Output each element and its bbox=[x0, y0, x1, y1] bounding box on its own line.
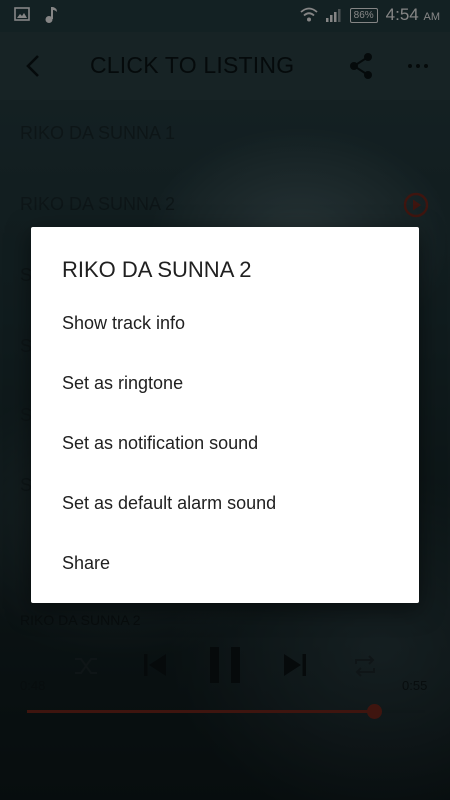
set-as-notification-sound-option[interactable]: Set as notification sound bbox=[31, 416, 419, 472]
dialog-title: RIKO DA SUNNA 2 bbox=[62, 257, 252, 282]
option-label: Show track info bbox=[62, 313, 186, 333]
set-as-ringtone-option[interactable]: Set as ringtone bbox=[31, 356, 419, 412]
option-label: Set as ringtone bbox=[62, 373, 184, 393]
share-option[interactable]: Share bbox=[31, 536, 419, 592]
option-label: Set as default alarm sound bbox=[62, 493, 277, 513]
track-options-dialog: RIKO DA SUNNA 2 Show track info Set as r… bbox=[31, 227, 419, 603]
option-label: Set as notification sound bbox=[62, 433, 259, 453]
set-as-default-alarm-sound-option[interactable]: Set as default alarm sound bbox=[31, 476, 419, 532]
show-track-info-option[interactable]: Show track info bbox=[31, 296, 419, 352]
option-label: Share bbox=[62, 553, 111, 573]
